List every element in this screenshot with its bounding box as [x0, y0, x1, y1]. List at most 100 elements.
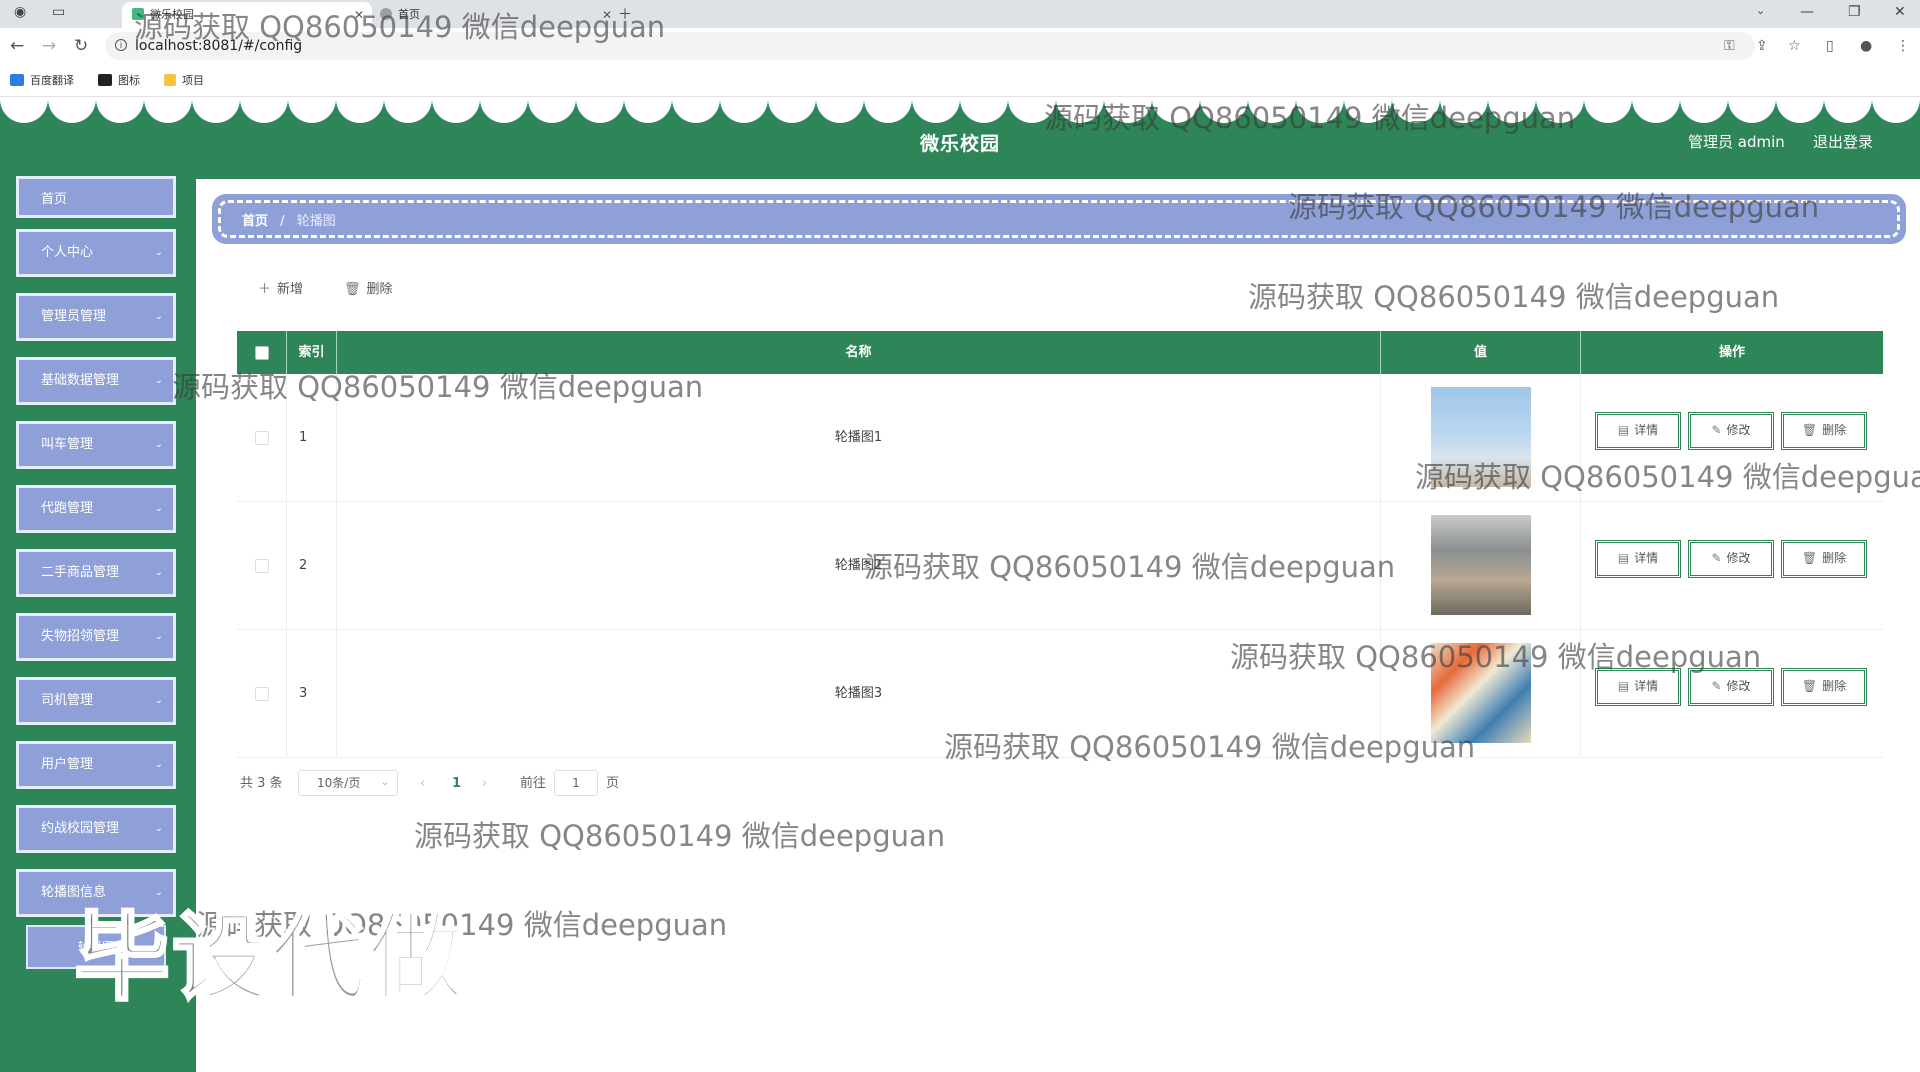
next-page-icon[interactable]: › — [482, 770, 487, 798]
sidebar-item[interactable]: 叫车管理 ⌄ — [16, 421, 176, 469]
carousel-thumbnail[interactable] — [1430, 643, 1531, 743]
delete-button[interactable]: 🗑 删除 — [344, 278, 393, 297]
sidebar-item-label: 二手商品管理 — [41, 565, 120, 580]
browser-menu-icon[interactable]: ◉ — [14, 4, 26, 20]
cell-name: 轮播图3 — [337, 630, 1381, 757]
logout-link[interactable]: 退出登录 — [1813, 131, 1873, 152]
watermark-text: 源码获取 QQ86050149 微信deepguan — [196, 908, 728, 942]
plus-icon: ＋ — [258, 282, 272, 297]
sidebar-item[interactable]: 用户管理 ⌄ — [16, 741, 176, 789]
sidebar-item[interactable]: 首页 — [16, 176, 176, 218]
select-all-checkbox[interactable] — [254, 345, 269, 360]
bookmark-project[interactable]: 项目 — [164, 72, 204, 88]
back-icon[interactable]: ← — [10, 36, 24, 56]
chevron-down-icon: ⌄ — [154, 567, 163, 578]
more-icon[interactable]: ⋮ — [1896, 38, 1910, 54]
new-tab-icon[interactable]: ＋ — [618, 4, 632, 24]
translate-icon — [10, 74, 24, 86]
app-header: 微乐校园 管理员 admin 退出登录 — [0, 97, 1920, 179]
sidebar-item[interactable]: 基础数据管理 ⌄ — [16, 357, 176, 405]
sidebar-item-label: 首页 — [41, 192, 68, 207]
bookmark-translate[interactable]: 百度翻译 — [10, 72, 74, 88]
browser-tab-home[interactable]: 首页 ✕ — [370, 2, 620, 28]
chevron-down-icon: ⌄ — [380, 777, 389, 788]
minimize-icon[interactable]: — — [1800, 4, 1814, 20]
info-icon[interactable]: i — [115, 39, 127, 51]
sidebar-item-label: 司机管理 — [41, 693, 94, 708]
tab-search-icon[interactable]: ⌄ — [1756, 4, 1765, 17]
sidebar-item-label: 代跑管理 — [41, 501, 94, 516]
profile-icon[interactable]: ● — [1860, 38, 1872, 54]
carousel-thumbnail[interactable] — [1430, 387, 1531, 487]
trash-icon: 🗑 — [1801, 551, 1818, 565]
chevron-down-icon: ⌄ — [154, 695, 163, 706]
cell-actions: ▤ 详情 ✎ 修改 🗑 删除 — [1581, 374, 1883, 501]
cell-value — [1381, 502, 1581, 629]
row-delete-button[interactable]: 🗑 删除 — [1781, 668, 1867, 706]
detail-button[interactable]: ▤ 详情 — [1595, 412, 1681, 450]
edit-button[interactable]: ✎ 修改 — [1688, 412, 1774, 450]
current-user: 管理员 admin — [1688, 133, 1785, 151]
tab-strip-icon[interactable]: ▭ — [52, 4, 65, 20]
reload-icon[interactable]: ↻ — [74, 36, 88, 56]
browser-tab-app[interactable]: 微乐校园 ✕ — [122, 2, 372, 28]
sidebar-item-label: 用户管理 — [41, 757, 94, 772]
row-checkbox[interactable] — [254, 558, 269, 573]
sidebar-item[interactable]: 管理员管理 ⌄ — [16, 293, 176, 341]
share-icon[interactable]: ⇪ — [1756, 38, 1768, 54]
sidebar-item[interactable]: 轮播图信息 ⌄ — [16, 869, 176, 917]
trash-icon: 🗑 — [344, 282, 361, 297]
cell-actions: ▤ 详情 ✎ 修改 🗑 删除 — [1581, 502, 1883, 629]
scallop-border — [0, 97, 1920, 123]
restore-icon[interactable]: ❐ — [1848, 4, 1861, 20]
carousel-thumbnail[interactable] — [1430, 515, 1531, 615]
col-index: 索引 — [287, 331, 337, 374]
sidebar-item[interactable]: 约战校园管理 ⌄ — [16, 805, 176, 853]
sidebar-item[interactable]: 司机管理 ⌄ — [16, 677, 176, 725]
breadcrumb-home[interactable]: 首页 — [242, 214, 268, 229]
key-icon[interactable]: ⚿ — [1724, 38, 1735, 54]
row-checkbox[interactable] — [254, 430, 269, 445]
row-delete-button[interactable]: 🗑 删除 — [1781, 540, 1867, 578]
star-icon[interactable]: ☆ — [1788, 38, 1801, 54]
edit-button[interactable]: ✎ 修改 — [1688, 668, 1774, 706]
forward-icon[interactable]: → — [42, 36, 56, 56]
sidebar-item[interactable]: 个人中心 ⌄ — [16, 229, 176, 277]
detail-button[interactable]: ▤ 详情 — [1595, 540, 1681, 578]
app-title: 微乐校园 — [919, 133, 1000, 155]
cell-index: 3 — [287, 630, 337, 757]
page-suffix: 页 — [606, 776, 620, 791]
sidebar-item-label: 轮播图信息 — [41, 885, 107, 900]
row-checkbox[interactable] — [254, 686, 269, 701]
row-delete-button[interactable]: 🗑 删除 — [1781, 412, 1867, 450]
document-icon: ▤ — [1617, 423, 1630, 437]
bookmark-icons[interactable]: 图标 — [98, 72, 140, 88]
table-header: 索引 名称 值 操作 — [237, 331, 1883, 374]
add-button[interactable]: ＋新增 — [258, 278, 303, 297]
sidebar-item[interactable]: 失物招领管理 ⌄ — [16, 613, 176, 661]
edit-button[interactable]: ✎ 修改 — [1688, 540, 1774, 578]
url-field[interactable]: i localhost:8081/#/config — [105, 32, 1755, 60]
col-value: 值 — [1381, 331, 1581, 374]
sidepanel-icon[interactable]: ▯ — [1826, 38, 1834, 54]
table-row: 3 轮播图3 ▤ 详情 ✎ 修改 🗑 删除 — [237, 630, 1883, 758]
page-number[interactable]: 1 — [452, 770, 461, 798]
bookmarks-bar: 百度翻译 图标 项目 — [0, 64, 1920, 97]
sidebar-subitem-carousel[interactable]: 轮播图 — [26, 925, 166, 969]
window-close-icon[interactable]: ✕ — [1894, 4, 1906, 20]
prev-page-icon[interactable]: ‹ — [420, 770, 425, 798]
chevron-down-icon: ⌄ — [154, 631, 163, 642]
cell-index: 1 — [287, 374, 337, 501]
sidebar-item[interactable]: 代跑管理 ⌄ — [16, 485, 176, 533]
tab-close-icon[interactable]: ✕ — [354, 2, 364, 28]
breadcrumb: 首页 / 轮播图 — [212, 194, 1906, 244]
detail-button[interactable]: ▤ 详情 — [1595, 668, 1681, 706]
page-size-select[interactable]: 10条/页 ⌄ — [298, 770, 398, 796]
sidebar-item[interactable]: 二手商品管理 ⌄ — [16, 549, 176, 597]
table-row: 1 轮播图1 ▤ 详情 ✎ 修改 🗑 删除 — [237, 374, 1883, 502]
tab-close-icon[interactable]: ✕ — [602, 2, 612, 28]
goto-page-input[interactable]: 1 — [554, 770, 598, 796]
image-icon — [98, 74, 112, 86]
chevron-down-icon: ⌄ — [154, 823, 163, 834]
url-text: localhost:8081/#/config — [135, 38, 303, 54]
